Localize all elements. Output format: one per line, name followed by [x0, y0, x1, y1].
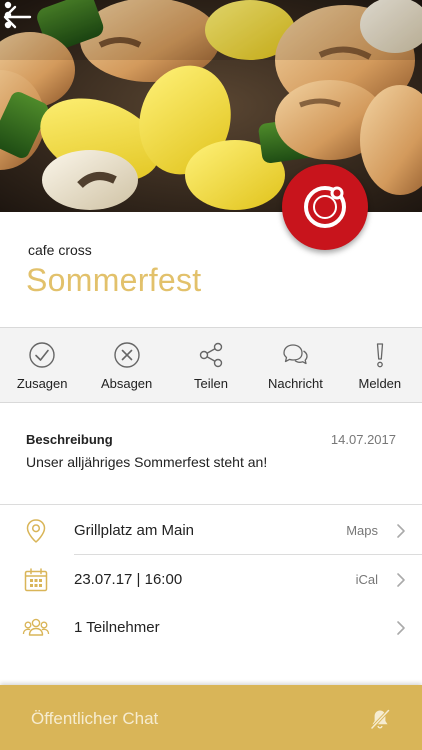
organizer-name: cafe cross: [28, 242, 92, 258]
message-button[interactable]: Nachricht: [253, 328, 337, 402]
cafe-logo-icon: [304, 186, 346, 228]
public-chat-bar[interactable]: Öffentlicher Chat: [0, 685, 422, 750]
description-date: 14.07.2017: [330, 432, 396, 447]
group-icon: [22, 618, 50, 636]
share-label: Teilen: [194, 376, 228, 391]
share-icon: [199, 342, 223, 368]
content-spacer: [0, 651, 422, 685]
x-circle-icon: [113, 342, 140, 368]
share-button[interactable]: Teilen: [169, 328, 253, 402]
message-label: Nachricht: [267, 376, 323, 391]
exclamation-icon: [376, 343, 383, 368]
calendar-icon: [24, 568, 48, 592]
chat-bubbles-icon: [283, 344, 309, 365]
location-row[interactable]: Grillplatz am Main Maps: [0, 506, 422, 555]
more-vertical-icon[interactable]: [0, 0, 16, 30]
location-text: Grillplatz am Main: [74, 522, 195, 539]
location-pin-icon: [26, 519, 46, 543]
action-bar: Zusagen Absagen Teilen Nachricht Melden: [0, 327, 422, 403]
date-time-text: 23.07.17 | 16:00: [74, 571, 183, 588]
description-heading: Beschreibung: [26, 432, 113, 447]
decline-button[interactable]: Absagen: [84, 328, 168, 402]
report-label: Melden: [358, 376, 402, 391]
chevron-right-icon: [397, 524, 405, 538]
decline-label: Absagen: [100, 376, 153, 391]
bell-muted-icon[interactable]: [368, 707, 392, 731]
event-title: Sommerfest: [26, 262, 202, 298]
accept-label: Zusagen: [16, 376, 68, 391]
organizer-logo-badge[interactable]: [282, 164, 368, 250]
description-text: Unser alljähriges Sommerfest steht an!: [26, 454, 268, 470]
ical-link[interactable]: iCal: [356, 572, 378, 587]
report-button[interactable]: Melden: [338, 328, 422, 402]
chevron-right-icon: [397, 573, 405, 587]
participants-text: 1 Teilnehmer: [74, 619, 160, 636]
date-row[interactable]: 23.07.17 | 16:00 iCal: [0, 555, 422, 604]
check-circle-icon: [29, 342, 55, 368]
chevron-right-icon: [397, 621, 405, 635]
public-chat-label: Öffentlicher Chat: [31, 709, 159, 728]
description-section: Beschreibung 14.07.2017 Unser alljährige…: [0, 403, 422, 505]
participants-row[interactable]: 1 Teilnehmer: [0, 603, 422, 652]
maps-link[interactable]: Maps: [346, 523, 378, 538]
accept-button[interactable]: Zusagen: [0, 328, 84, 402]
